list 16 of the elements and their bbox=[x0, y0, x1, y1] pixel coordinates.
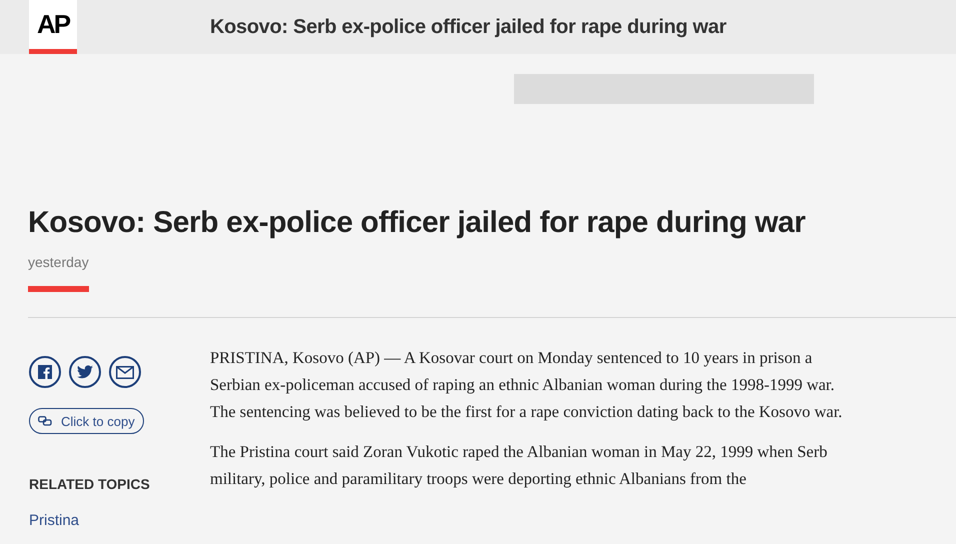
link-icon bbox=[38, 416, 52, 426]
article-paragraph: The Pristina court said Zoran Vukotic raped the Albanian woman in May 22, 1999 when Serb military, police and paramilitary troops were deporting ethnic Albanians from the bbox=[210, 441, 828, 490]
twitter-share-button[interactable] bbox=[69, 356, 101, 388]
facebook-share-button[interactable] bbox=[29, 356, 61, 388]
article-paragraph: PRISTINA, Kosovo (AP) — A Kosovar court on Monday sentenced to 10 years in prison a Serbian ex-policeman accused of raping an ethnic Albanian woman during the 1998-1999 war. The sentencing was believed to be the first for a rape conviction dating back to the Kosovo war. bbox=[210, 347, 844, 423]
header-title: Kosovo: Serb ex-police officer jailed for rape during war bbox=[210, 16, 726, 38]
email-share-button[interactable] bbox=[109, 356, 141, 388]
article-headline: Kosovo: Serb ex-police officer jailed for rape during war bbox=[27, 205, 806, 240]
article-date: yesterday bbox=[28, 254, 89, 270]
envelope-icon bbox=[116, 366, 134, 378]
topic-link[interactable]: Pristina bbox=[29, 512, 80, 529]
related-topics-heading: RELATED TOPICS bbox=[29, 476, 150, 492]
copy-link-button[interactable]: Click to copy bbox=[29, 408, 144, 434]
facebook-icon bbox=[38, 365, 52, 379]
bird-icon bbox=[77, 365, 93, 379]
ap-logo[interactable]: AP bbox=[29, 0, 77, 54]
